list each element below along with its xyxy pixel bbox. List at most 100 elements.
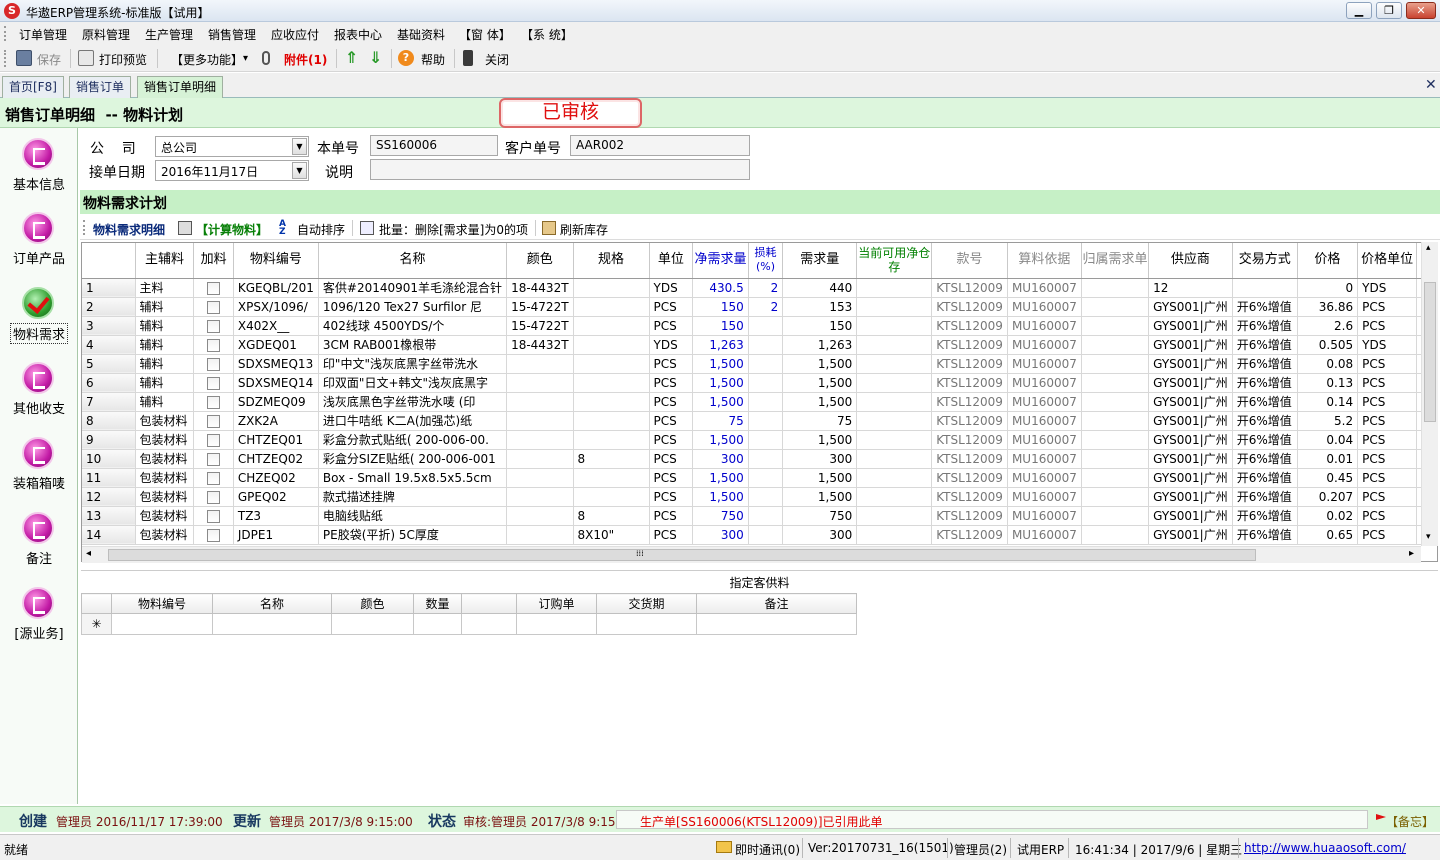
- close-tab-icon[interactable]: ✕: [1425, 77, 1437, 93]
- column-header[interactable]: 损耗(%): [748, 243, 784, 279]
- cell-belong[interactable]: [1081, 411, 1150, 431]
- cell-supplier[interactable]: GYS001|广州: [1148, 449, 1233, 469]
- cell-type[interactable]: 主料: [135, 278, 195, 298]
- column-header[interactable]: 价格: [1297, 243, 1359, 279]
- cell-net[interactable]: 1,500: [692, 468, 749, 488]
- cell-stock[interactable]: [856, 468, 933, 488]
- table-row[interactable]: 12 包装材料 GPEQ02 款式描述挂牌 PCS 1,500 1,500 KTSL12009…: [82, 487, 1437, 507]
- cell-trade[interactable]: 开6%增值: [1232, 525, 1298, 545]
- cell-basis[interactable]: MU160007: [1007, 354, 1082, 374]
- cell-belong[interactable]: [1081, 297, 1150, 317]
- cell-stock[interactable]: [856, 373, 933, 393]
- cell-name[interactable]: 款式描述挂牌: [318, 487, 508, 507]
- cell-name[interactable]: 3CM RAB001橡根带: [318, 335, 508, 355]
- row-number[interactable]: 11: [82, 468, 136, 488]
- table-row[interactable]: 14 包装材料 JDPE1 PE胶袋(平折) 5C厚度 8X10" PCS 300 300 KT…: [82, 525, 1437, 545]
- menu-sales[interactable]: 销售管理: [208, 26, 256, 43]
- cell-code[interactable]: SDXSMEQ14: [233, 373, 319, 393]
- cell-code[interactable]: CHTZEQ02: [233, 449, 319, 469]
- cell-spec[interactable]: [573, 335, 650, 355]
- column-header[interactable]: 净需求量: [692, 243, 749, 279]
- cell-supplier[interactable]: 12: [1148, 278, 1233, 298]
- cell-color[interactable]: [506, 525, 574, 545]
- add-material-checkbox-cell[interactable]: [193, 506, 234, 526]
- row-number[interactable]: 5: [82, 354, 136, 374]
- cell-belong[interactable]: [1081, 335, 1150, 355]
- cell-spec[interactable]: [573, 430, 650, 450]
- cell-color[interactable]: [506, 354, 574, 374]
- cell-price[interactable]: 0.65: [1297, 525, 1359, 545]
- cell-price[interactable]: 0: [1297, 278, 1359, 298]
- add-material-checkbox[interactable]: [207, 528, 221, 542]
- cell-qty[interactable]: 1,500: [782, 392, 858, 412]
- cell-trade[interactable]: 开6%增值: [1232, 354, 1298, 374]
- order-date-picker[interactable]: 2016年11月17日 ▼: [155, 160, 309, 181]
- column-header[interactable]: 算料依据: [1007, 243, 1082, 279]
- cell-unit[interactable]: PCS: [649, 468, 694, 488]
- column-header[interactable]: 物料编号: [111, 593, 213, 614]
- cell-spec[interactable]: [573, 411, 650, 431]
- cell-price[interactable]: 0.14: [1297, 392, 1359, 412]
- row-number[interactable]: 14: [82, 525, 136, 545]
- cell-supplier[interactable]: GYS001|广州: [1148, 316, 1233, 336]
- cell-qty[interactable]: 300: [782, 525, 858, 545]
- cell-name[interactable]: 客供#20140901羊毛涤纶混合针: [318, 278, 508, 298]
- cell-net[interactable]: 150: [692, 316, 749, 336]
- cell[interactable]: [111, 613, 213, 635]
- chevron-down-icon[interactable]: ▼: [292, 162, 307, 179]
- cell-color[interactable]: [506, 411, 574, 431]
- cell-type[interactable]: 辅料: [135, 335, 195, 355]
- table-row[interactable]: 8 包装材料 ZXK2A 进口牛咭纸 K二A(加强芯)纸 PCS 75 75 KTSL1200…: [82, 411, 1437, 431]
- add-material-checkbox-cell[interactable]: [193, 373, 234, 393]
- horizontal-scrollbar[interactable]: ◂ ⁞⁞⁞ ▸: [82, 546, 1421, 563]
- cell-code[interactable]: CHTZEQ01: [233, 430, 319, 450]
- cell-stock[interactable]: [856, 354, 933, 374]
- cell-type[interactable]: 辅料: [135, 297, 195, 317]
- minimize-button[interactable]: ▁: [1346, 2, 1372, 19]
- website-link[interactable]: http://www.huaaosoft.com/: [1244, 841, 1406, 855]
- cell-type[interactable]: 包装材料: [135, 411, 195, 431]
- cell-type[interactable]: 包装材料: [135, 449, 195, 469]
- cell-supplier[interactable]: GYS001|广州: [1148, 525, 1233, 545]
- cell-trade[interactable]: 开6%增值: [1232, 468, 1298, 488]
- cell-color[interactable]: [506, 373, 574, 393]
- cell-belong[interactable]: [1081, 392, 1150, 412]
- cell-belong[interactable]: [1081, 373, 1150, 393]
- sidebar-item-order-products[interactable]: 订单产品: [0, 206, 78, 276]
- cell-trade[interactable]: 开6%增值: [1232, 316, 1298, 336]
- cell-stock[interactable]: [856, 525, 933, 545]
- add-material-checkbox-cell[interactable]: [193, 430, 234, 450]
- cell-color[interactable]: 18-4432T: [506, 278, 574, 298]
- cell-price[interactable]: 5.2: [1297, 411, 1359, 431]
- cell-spec[interactable]: 8: [573, 506, 650, 526]
- column-header[interactable]: 供应商: [1148, 243, 1233, 279]
- cell-loss[interactable]: [748, 506, 784, 526]
- cell-price[interactable]: 0.01: [1297, 449, 1359, 469]
- row-number[interactable]: 6: [82, 373, 136, 393]
- table-row[interactable]: 6 辅料 SDXSMEQ14 印双面"日文+韩文"浅灰底黑字 PCS 1,500 1,500…: [82, 373, 1437, 393]
- cell-punit[interactable]: YDS: [1357, 278, 1418, 298]
- add-material-checkbox-cell[interactable]: [193, 278, 234, 298]
- add-material-checkbox[interactable]: [207, 300, 221, 314]
- cell-style[interactable]: KTSL12009: [931, 430, 1008, 450]
- cell-basis[interactable]: MU160007: [1007, 278, 1082, 298]
- column-header[interactable]: 加料: [193, 243, 234, 279]
- cell-loss[interactable]: [748, 468, 784, 488]
- cell-name[interactable]: 电脑线贴纸: [318, 506, 508, 526]
- row-number[interactable]: 7: [82, 392, 136, 412]
- row-number[interactable]: 3: [82, 316, 136, 336]
- table-row[interactable]: 5 辅料 SDXSMEQ13 印"中文"浅灰底黑字丝带洗水 PCS 1,500 1,500 K…: [82, 354, 1437, 374]
- cell-punit[interactable]: PCS: [1357, 449, 1418, 469]
- cell-punit[interactable]: PCS: [1357, 297, 1418, 317]
- cell-unit[interactable]: PCS: [649, 297, 694, 317]
- cell-style[interactable]: KTSL12009: [931, 449, 1008, 469]
- row-number[interactable]: 1: [82, 278, 136, 298]
- maximize-button[interactable]: ❐: [1376, 2, 1402, 19]
- cell-net[interactable]: 430.5: [692, 278, 749, 298]
- cell-unit[interactable]: YDS: [649, 278, 694, 298]
- cell-stock[interactable]: [856, 392, 933, 412]
- cell-qty[interactable]: 440: [782, 278, 858, 298]
- cell-qty[interactable]: 1,500: [782, 487, 858, 507]
- cell-punit[interactable]: YDS: [1357, 335, 1418, 355]
- cell-basis[interactable]: MU160007: [1007, 316, 1082, 336]
